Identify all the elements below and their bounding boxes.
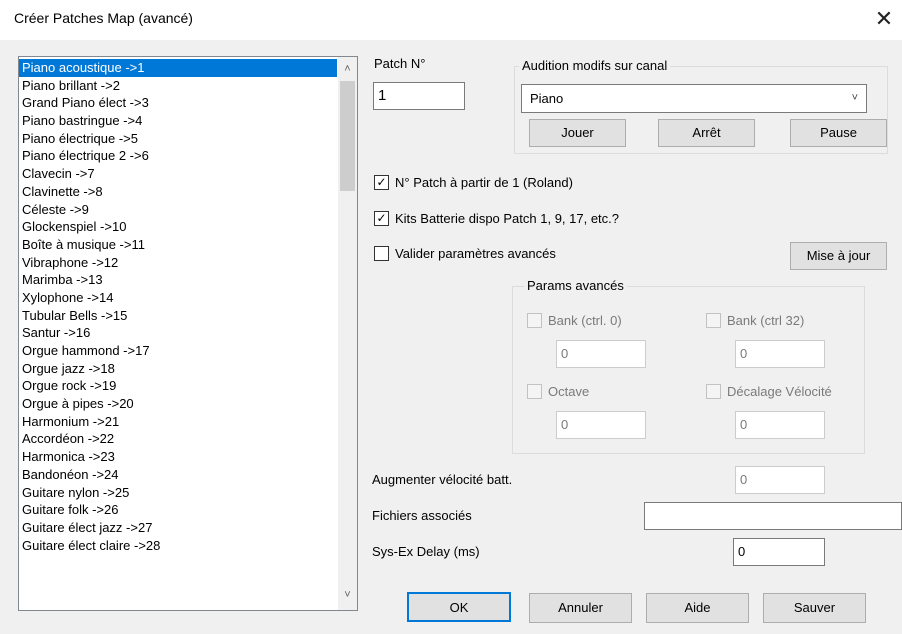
list-item[interactable]: Piano bastringue ->4 [19,112,337,130]
bank-ctrl32-input[interactable]: 0 [735,340,825,368]
list-item[interactable]: Guitare élect jazz ->27 [19,519,337,537]
octave-label: Octave [548,384,590,399]
list-item[interactable]: Harmonium ->21 [19,413,337,431]
list-item[interactable]: Piano électrique 2 ->6 [19,147,337,165]
cancel-button[interactable]: Annuler [529,593,632,623]
scroll-down-icon[interactable]: ˅ [338,587,357,604]
play-button[interactable]: Jouer [529,119,626,147]
list-item[interactable]: Bandonéon ->24 [19,466,337,484]
list-item[interactable]: Santur ->16 [19,324,337,342]
advanced-label: Valider paramètres avancés [395,246,556,261]
ok-button[interactable]: OK [407,592,511,622]
list-item[interactable]: Céleste ->9 [19,201,337,219]
drum-kits-label: Kits Batterie dispo Patch 1, 9, 17, etc.… [395,211,620,226]
list-item[interactable]: Piano acoustique ->1 [19,59,337,77]
help-button[interactable]: Aide [646,593,749,623]
list-item[interactable]: Vibraphone ->12 [19,254,337,272]
list-item[interactable]: Harmonica ->23 [19,448,337,466]
velocity-offset-label: Décalage Vélocité [727,384,832,399]
patch-list[interactable]: Piano acoustique ->1 Piano brillant ->2 Gr… [18,56,358,611]
channel-select[interactable]: Piano ˅ [521,84,867,113]
sysex-delay-input[interactable]: 0 [733,538,825,566]
list-item[interactable]: Orgue hammond ->17 [19,342,337,360]
list-item[interactable]: Boîte à musique ->11 [19,236,337,254]
drum-kits-checkbox[interactable]: ✓ [374,211,389,226]
list-item[interactable]: Guitare folk ->26 [19,501,337,519]
list-item[interactable]: Guitare élect claire ->28 [19,537,337,555]
list-scrollbar[interactable]: ˄ ˅ [338,57,357,610]
list-item[interactable]: Orgue jazz ->18 [19,360,337,378]
bank-ctrl0-checkbox[interactable] [527,313,542,328]
bank-ctrl32-checkbox[interactable] [706,313,721,328]
stop-button[interactable]: Arrêt [658,119,755,147]
scroll-up-icon[interactable]: ˄ [338,61,357,78]
window-title: Créer Patches Map (avancé) [14,10,193,26]
octave-checkbox[interactable] [527,384,542,399]
scroll-thumb[interactable] [340,81,355,191]
patch-no-label: Patch N° [374,56,426,71]
patch-from-1-label: N° Patch à partir de 1 (Roland) [395,175,573,190]
channel-select-value: Piano [530,91,564,106]
bank-ctrl32-label: Bank (ctrl 32) [727,313,805,328]
update-button[interactable]: Mise à jour [790,242,887,270]
associated-files-label: Fichiers associés [372,508,472,523]
octave-input[interactable]: 0 [556,411,646,439]
list-item[interactable]: Clavinette ->8 [19,183,337,201]
list-item[interactable]: Marimba ->13 [19,271,337,289]
velocity-offset-input[interactable]: 0 [735,411,825,439]
chevron-down-icon: ˅ [851,92,858,104]
close-icon[interactable]: ✕ [870,4,898,34]
patch-list-items: Piano acoustique ->1 Piano brillant ->2 Gr… [19,59,337,554]
list-item[interactable]: Tubular Bells ->15 [19,307,337,325]
bank-ctrl0-input[interactable]: 0 [556,340,646,368]
list-item[interactable]: Xylophone ->14 [19,289,337,307]
list-item[interactable]: Orgue à pipes ->20 [19,395,337,413]
list-item[interactable]: Piano électrique ->5 [19,130,337,148]
sysex-delay-label: Sys-Ex Delay (ms) [372,544,480,559]
advanced-checkbox[interactable] [374,246,389,261]
advanced-params-label: Params avancés [524,278,627,293]
list-item[interactable]: Accordéon ->22 [19,430,337,448]
list-item[interactable]: Guitare nylon ->25 [19,484,337,502]
list-item[interactable]: Orgue rock ->19 [19,377,337,395]
list-item[interactable]: Grand Piano élect ->3 [19,94,337,112]
list-item[interactable]: Glockenspiel ->10 [19,218,337,236]
associated-files-input[interactable] [644,502,902,530]
bank-ctrl0-label: Bank (ctrl. 0) [548,313,622,328]
drum-velocity-label: Augmenter vélocité batt. [372,472,513,487]
patch-no-input[interactable]: 1 [373,82,465,110]
list-item[interactable]: Clavecin ->7 [19,165,337,183]
save-button[interactable]: Sauver [763,593,866,623]
velocity-offset-checkbox[interactable] [706,384,721,399]
patch-from-1-checkbox[interactable]: ✓ [374,175,389,190]
list-item[interactable]: Piano brillant ->2 [19,77,337,95]
drum-velocity-input[interactable]: 0 [735,466,825,494]
pause-button[interactable]: Pause [790,119,887,147]
audition-group-label: Audition modifs sur canal [519,58,671,73]
